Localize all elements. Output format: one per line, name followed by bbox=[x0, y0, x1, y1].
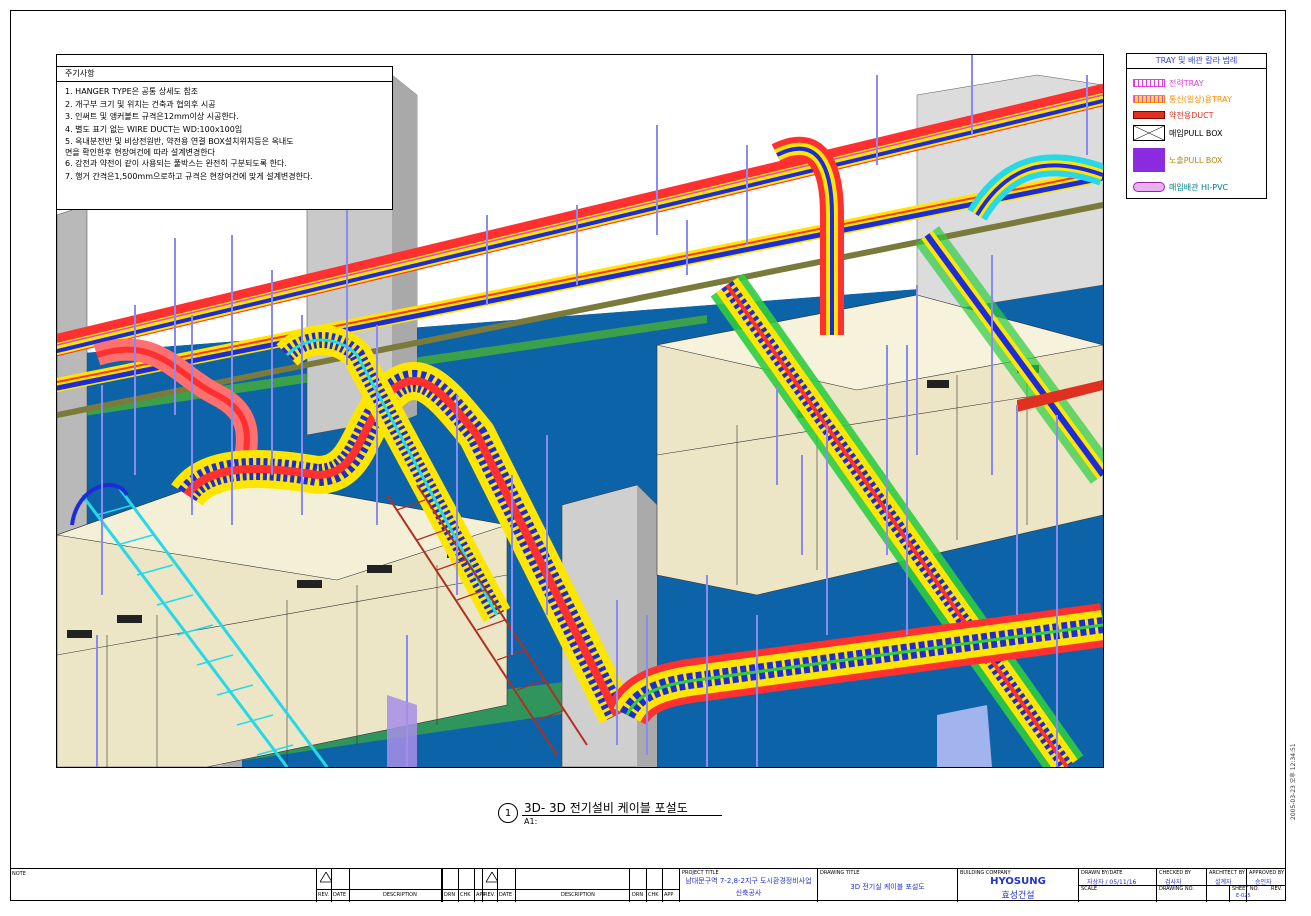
revision-signoff: DRN CHK APP bbox=[629, 869, 679, 902]
note-item: 7. 행거 간격은1,500mm으로하고 규격은 현장여건에 맞게 설계변경한다… bbox=[65, 171, 313, 181]
legend-label: 약전용DUCT bbox=[1169, 110, 1214, 120]
checked-by-cell: CHECKED BY 검사자 DRAWING NO. bbox=[1156, 869, 1206, 902]
duct-icon bbox=[1133, 111, 1165, 119]
company-cell: BUILDING COMPANY HYOSUNG 효성건설 bbox=[957, 869, 1078, 902]
rev-header: REV. bbox=[318, 892, 329, 898]
detail-number: 1 bbox=[498, 803, 518, 823]
drawn-by-label: DRAWN BY/DATE bbox=[1081, 870, 1123, 876]
checked-by-label: CHECKED BY bbox=[1159, 870, 1191, 876]
drawing-title: 3D- 3D 전기설비 케이블 포설도 bbox=[524, 801, 688, 815]
legend-item: 매입배관 HI-PVC bbox=[1133, 178, 1228, 196]
notes-list: 1. HANGER TYPE은 공통 상세도 참조 2. 개구부 크기 및 위치… bbox=[57, 82, 392, 183]
drawing-title-label: DRAWING TITLE bbox=[820, 870, 860, 876]
pull-box-solid-icon bbox=[1133, 148, 1165, 172]
conduit-icon bbox=[1133, 182, 1165, 192]
drawn-by: 자상자 / 05/11/16 bbox=[1087, 879, 1137, 886]
drawn-by-cell: DRAWN BY/DATE 자상자 / 05/11/16 SCALE bbox=[1078, 869, 1156, 902]
rev-header: DATE bbox=[499, 892, 513, 898]
drawing-title-cell: DRAWING TITLE 3D 전기실 케이블 포설도 bbox=[817, 869, 957, 902]
drawing-title-block: 3D 전기실 케이블 포설도 bbox=[850, 883, 925, 891]
architect-label: ARCHITECT BY bbox=[1209, 870, 1245, 876]
note-item: 5. 옥내분전반 및 비상전원반, 약전용 연결 BOX설치위치등은 옥내도 bbox=[65, 137, 294, 146]
note-item: 면을 확인한후 현장여건에 따라 설계변경한다 bbox=[65, 148, 216, 157]
note-item: 6. 강전과 약전이 같이 사용되는 풀박스는 완전히 구분되도록 한다. bbox=[65, 159, 287, 168]
rev-header: DRN bbox=[632, 892, 644, 898]
rev-header: APP bbox=[664, 892, 674, 898]
drawing-no-label: DRAWING NO. bbox=[1159, 886, 1194, 892]
note-item: 1. HANGER TYPE은 공통 상세도 참조 bbox=[65, 87, 199, 96]
rev-header: DESCRIPTION bbox=[561, 892, 595, 898]
sheet-no: E-025 bbox=[1236, 893, 1251, 899]
title-block: NOTE REV. DATE DESCRIPTION DRN CHK APP R… bbox=[10, 868, 1286, 902]
checked-by: 검사자 bbox=[1165, 879, 1182, 886]
rev-label: REV. bbox=[1271, 886, 1282, 892]
legend-label: 노출PULL BOX bbox=[1169, 155, 1223, 165]
general-notes-box: 주기사항 1. HANGER TYPE은 공통 상세도 참조 2. 개구부 크기… bbox=[56, 66, 393, 210]
notes-header: 주기사항 bbox=[57, 67, 392, 82]
project-title-line2: 신축공사 bbox=[735, 889, 762, 897]
tray-color-legend: TRAY 및 배관 칼라 범례 전력TRAY 통신(일상)용TRAY 약전용DU… bbox=[1126, 53, 1267, 199]
pull-box-cross-icon bbox=[1133, 125, 1165, 141]
legend-item: 노출PULL BOX bbox=[1133, 146, 1222, 174]
legend-label: 전력TRAY bbox=[1169, 78, 1204, 88]
project-title-cell: PROJECT TITLE 남대문구역 7-2,8-2지구 도시환경정비사업 신… bbox=[679, 869, 817, 902]
rev-header: REV. bbox=[484, 892, 495, 898]
tray-ladder-icon bbox=[1133, 95, 1165, 103]
legend-header: TRAY 및 배관 칼라 범례 bbox=[1127, 54, 1266, 69]
rev-header: CHK bbox=[648, 892, 659, 898]
legend-label: 통신(일상)용TRAY bbox=[1169, 94, 1232, 104]
sheet-no-label: SHEET NO. bbox=[1232, 886, 1259, 892]
legend-label: 매입배관 HI-PVC bbox=[1169, 182, 1229, 192]
legend-item: 매입PULL BOX bbox=[1133, 122, 1222, 144]
rev-header: DATE bbox=[333, 892, 347, 898]
sheet-no-cell: SHEET NO. E-025 bbox=[1229, 885, 1260, 902]
project-title: 남대문구역 7-2,8-2지구 도시환경정비사업 bbox=[685, 877, 812, 885]
legend-label: 매입PULL BOX bbox=[1169, 128, 1223, 138]
note-item: 4. 별도 표기 없는 WIRE DUCT는 WD:100x100임 bbox=[65, 124, 243, 134]
approved-label: APPROVED BY bbox=[1249, 870, 1285, 876]
revision-table: REV. DATE DESCRIPTION bbox=[482, 869, 642, 902]
rev-header: DESCRIPTION bbox=[383, 892, 417, 898]
scale-label: SCALE bbox=[1081, 886, 1098, 892]
note-item: 3. 인써트 및 앵커볼트 규격은12mm이상 시공한다. bbox=[65, 112, 239, 121]
tray-ladder-icon bbox=[1133, 79, 1165, 87]
plot-timestamp: 2005-03-23 오후 12:34:51 bbox=[1290, 743, 1297, 820]
company-name: 효성건설 bbox=[1001, 891, 1035, 901]
rev-header: DRN bbox=[444, 892, 456, 898]
column bbox=[57, 204, 88, 536]
title-underline bbox=[522, 815, 722, 816]
drawing-scale: A1: bbox=[524, 817, 538, 826]
note-item: 2. 개구부 크기 및 위치는 건축과 협의후 시공 bbox=[65, 99, 216, 109]
company-logo: HYOSUNG bbox=[990, 876, 1046, 887]
note-label: NOTE bbox=[12, 871, 26, 877]
rev-header: CHK bbox=[460, 892, 471, 898]
